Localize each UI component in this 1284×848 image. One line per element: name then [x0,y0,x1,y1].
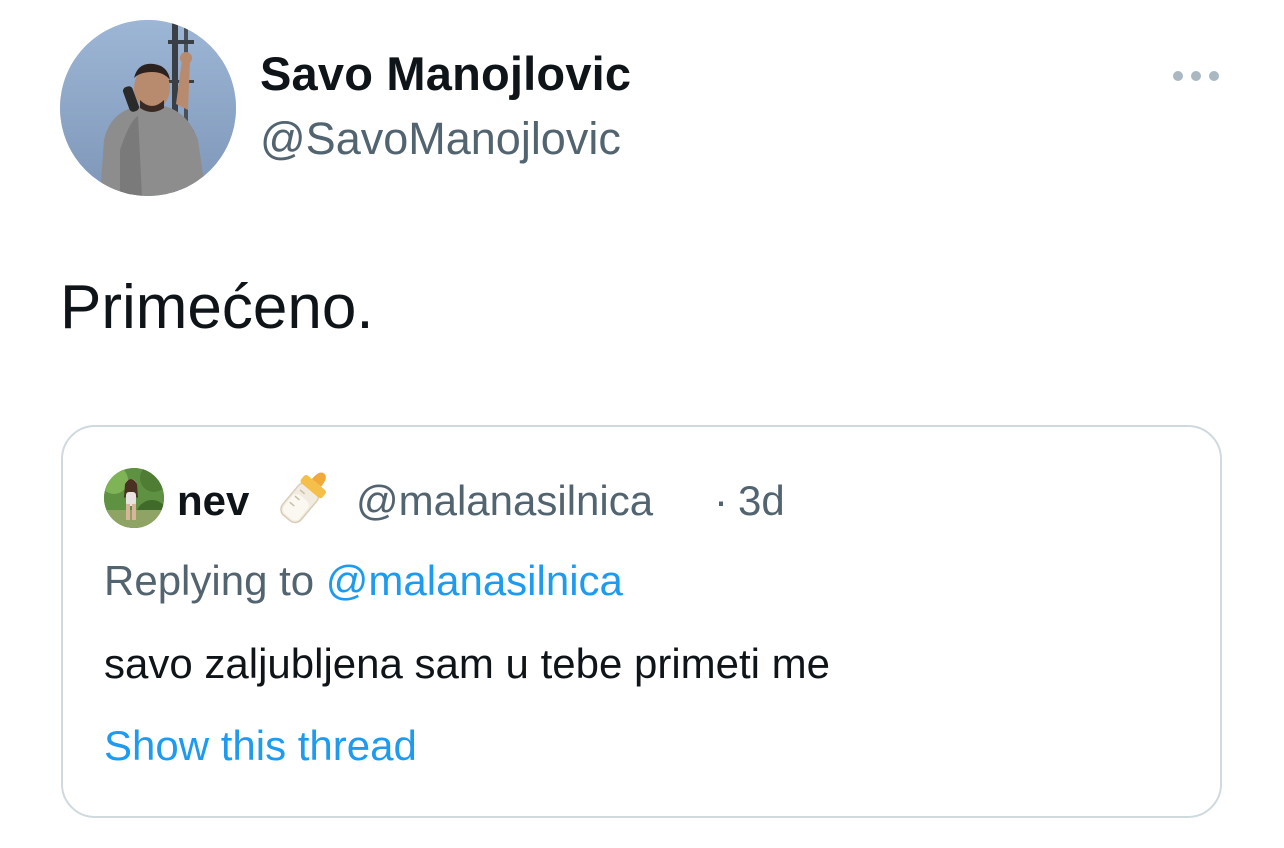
separator-dot: · [714,477,728,524]
more-options-button[interactable] [1166,60,1226,92]
show-thread-link[interactable]: Show this thread [104,722,417,770]
quoted-author-avatar[interactable] [104,468,164,528]
replying-to-handle-link[interactable]: @malanasilnica [326,557,623,604]
more-options-icon [1173,71,1219,81]
author-avatar[interactable] [60,20,236,196]
tweet-page: Savo Manojlovic @SavoManojlovic Primećen… [0,0,1284,848]
quoted-author-name[interactable]: nev [177,477,249,525]
author-handle[interactable]: @SavoManojlovic [260,113,621,165]
tweet-text: Primećeno. [60,273,374,342]
baby-bottle-icon [272,465,338,531]
quoted-tweet-text: savo zaljubljena sam u tebe primeti me [104,640,831,687]
quoted-tweet-time[interactable]: 3d [738,477,785,525]
replying-to-label: Replying to [104,557,315,604]
author-name[interactable]: Savo Manojlovic [260,46,631,101]
replying-to-line: Replying to @malanasilnica [104,557,623,605]
quoted-author-handle[interactable]: @malanasilnica [356,477,653,525]
